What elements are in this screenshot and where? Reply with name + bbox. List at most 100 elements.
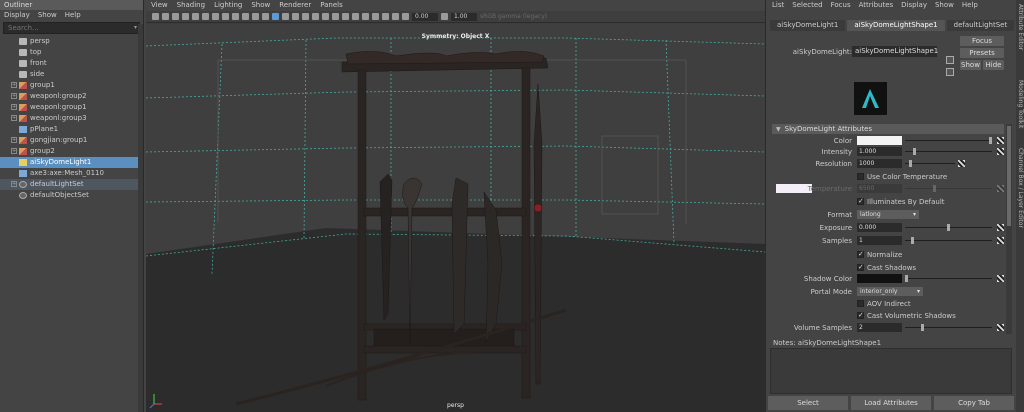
map-button-icon[interactable] <box>997 137 1004 144</box>
illuminates-by-default-checkbox[interactable] <box>857 197 864 205</box>
safe-title-icon[interactable] <box>252 13 259 20</box>
tab-aiskydomelight1[interactable]: aiSkyDomeLight1 <box>770 20 846 31</box>
intensity-field[interactable]: 1.000 <box>857 147 902 156</box>
expand-icon[interactable]: + <box>11 93 17 99</box>
node-name-field[interactable]: aiSkyDomeLightShape1 <box>852 46 938 57</box>
outliner-search-input[interactable] <box>4 23 139 33</box>
ae-menu-show[interactable]: Show <box>935 0 954 11</box>
ae-menu-display[interactable]: Display <box>901 0 927 11</box>
outliner-item[interactable]: defaultObjectSet <box>0 190 143 201</box>
select-button[interactable]: Select <box>768 396 848 410</box>
shadow-color-swatch[interactable] <box>857 274 902 283</box>
use-all-lights-icon[interactable] <box>302 13 309 20</box>
ae-menu-list[interactable]: List <box>772 0 784 11</box>
tab-defaultlightset[interactable]: defaultLightSet <box>946 20 1015 31</box>
outliner-item[interactable]: + group2 <box>0 146 143 157</box>
outliner-item[interactable]: persp <box>0 36 143 47</box>
color-swatch[interactable] <box>857 136 902 145</box>
outliner-item[interactable]: + defaultLightSet <box>0 179 143 190</box>
map-button-icon[interactable] <box>997 237 1004 244</box>
map-button-icon[interactable] <box>997 275 1004 282</box>
outliner-item[interactable]: front <box>0 58 143 69</box>
outliner-scrollbar[interactable] <box>138 24 143 412</box>
slider-knob[interactable] <box>911 237 914 244</box>
outliner-item[interactable]: side <box>0 69 143 80</box>
load-attributes-button[interactable]: Load Attributes <box>851 396 931 410</box>
wireframe-on-shaded-icon[interactable] <box>282 13 289 20</box>
viewport-menu-lighting[interactable]: Lighting <box>214 0 242 11</box>
outliner-menu-help[interactable]: Help <box>65 10 81 21</box>
outliner-item[interactable]: axe3:axe:Mesh_0110 <box>0 168 143 179</box>
colorspace-dropdown[interactable]: sRGB gamma (legacy) <box>480 13 547 20</box>
use-color-temperature-checkbox[interactable] <box>857 173 864 180</box>
exposure-field[interactable]: 0.00 <box>412 12 438 21</box>
tab-aiskydomelightshape1[interactable]: aiSkyDomeLightShape1 <box>847 20 945 31</box>
map-button-icon[interactable] <box>997 148 1004 155</box>
samples-slider[interactable] <box>905 237 992 244</box>
expand-icon[interactable]: + <box>11 181 17 187</box>
shadow-color-slider[interactable] <box>905 275 992 282</box>
gamma-icon[interactable] <box>441 13 448 20</box>
scrollbar-thumb[interactable] <box>1007 126 1011 226</box>
smooth-shade-icon[interactable] <box>272 13 279 20</box>
slider-knob[interactable] <box>947 224 950 231</box>
exposure-field[interactable]: 0.000 <box>857 223 902 232</box>
expand-icon[interactable]: + <box>11 82 17 88</box>
textured-icon[interactable] <box>292 13 299 20</box>
expand-icon[interactable]: + <box>11 104 17 110</box>
hide-button[interactable]: Hide <box>983 60 1004 70</box>
map-button-icon[interactable] <box>958 160 965 167</box>
intensity-slider[interactable] <box>905 148 992 155</box>
outliner-item[interactable]: aiSkyDomeLight1 <box>0 157 143 168</box>
outliner-item[interactable]: + weaponl:group1 <box>0 102 143 113</box>
color-slider[interactable] <box>905 137 992 144</box>
field-chart-icon[interactable] <box>232 13 239 20</box>
side-tab-attribute-editor[interactable]: Attribute Editor <box>1017 4 1024 50</box>
resolution-field[interactable]: 1000 <box>857 159 902 168</box>
input-connection-icon[interactable] <box>946 56 954 64</box>
film-gate-icon[interactable] <box>202 13 209 20</box>
viewport-menu-view[interactable]: View <box>151 0 168 11</box>
expand-icon[interactable]: + <box>11 115 17 121</box>
search-dropdown-icon[interactable]: ▾ <box>134 24 137 31</box>
motion-blur-icon[interactable] <box>332 13 339 20</box>
viewport-menu-show[interactable]: Show <box>251 0 270 11</box>
resolution-slider[interactable] <box>905 160 955 167</box>
portal-mode-dropdown[interactable]: interior_only <box>857 287 923 296</box>
notes-textarea[interactable] <box>770 348 1012 394</box>
expand-icon[interactable]: + <box>11 148 17 154</box>
backface-culling-icon[interactable] <box>392 13 399 20</box>
section-collapse-icon[interactable]: ▼ <box>776 126 781 133</box>
exposure-slider[interactable] <box>905 224 992 231</box>
ae-menu-attributes[interactable]: Attributes <box>859 0 894 11</box>
xray-joints-icon[interactable] <box>382 13 389 20</box>
isolate-select-icon[interactable] <box>362 13 369 20</box>
copy-tab-button[interactable]: Copy Tab <box>934 396 1014 410</box>
expand-icon[interactable]: + <box>11 137 17 143</box>
viewport-panel[interactable]: View Shading Lighting Show Renderer Pane… <box>146 0 765 412</box>
gate-mask-icon[interactable] <box>222 13 229 20</box>
gamma-field[interactable]: 1.00 <box>451 12 477 21</box>
side-tab-modeling-toolkit[interactable]: Modeling Toolkit <box>1017 80 1024 128</box>
format-dropdown[interactable]: latlong <box>857 210 919 219</box>
xray-icon[interactable] <box>372 13 379 20</box>
ae-menu-help[interactable]: Help <box>962 0 978 11</box>
slider-knob[interactable] <box>913 148 916 155</box>
ambient-occlusion-icon[interactable] <box>322 13 329 20</box>
camera-lock-icon[interactable] <box>162 13 169 20</box>
bookmark-icon[interactable] <box>172 13 179 20</box>
viewport-menu-renderer[interactable]: Renderer <box>279 0 311 11</box>
volume-samples-field[interactable]: 2 <box>857 323 902 332</box>
viewport-scene[interactable] <box>146 24 765 412</box>
outliner-item[interactable]: + gongjian:group1 <box>0 135 143 146</box>
image-plane-icon[interactable] <box>182 13 189 20</box>
shadows-icon[interactable] <box>312 13 319 20</box>
safe-action-icon[interactable] <box>242 13 249 20</box>
ae-menu-selected[interactable]: Selected <box>792 0 822 11</box>
viewport-menu-shading[interactable]: Shading <box>177 0 205 11</box>
camera-select-icon[interactable] <box>152 13 159 20</box>
output-connection-icon[interactable] <box>946 68 954 76</box>
attribute-editor-scrollbar[interactable] <box>1006 124 1012 334</box>
viewport-menu-panels[interactable]: Panels <box>320 0 343 11</box>
map-button-icon[interactable] <box>997 324 1004 331</box>
